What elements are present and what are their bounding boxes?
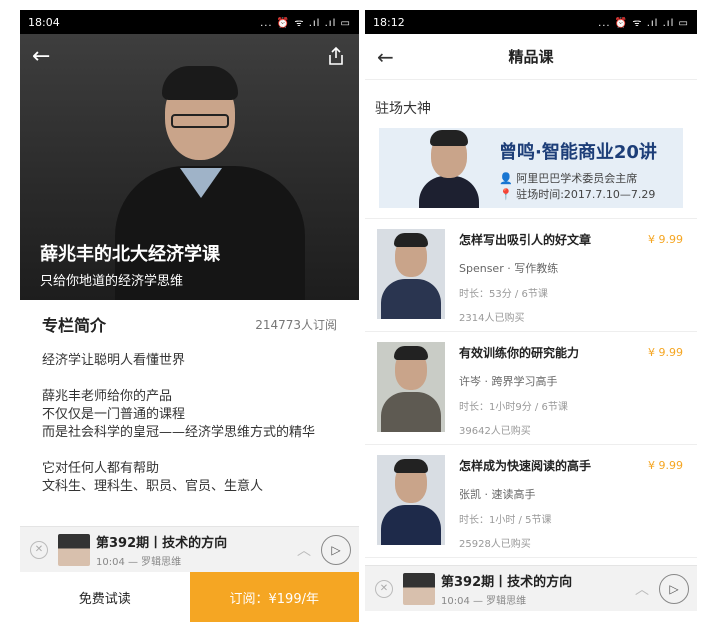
status-bar: 18:12 ... ⏰ ᯤ .ıl .ıl ▭	[365, 10, 697, 34]
episode-title: 第392期丨技术的方向	[96, 535, 228, 551]
course-subtitle: 只给你地道的经济学思维	[40, 274, 184, 289]
play-icon[interactable]: ▷	[321, 534, 351, 565]
intro-text: 经济学让聪明人看懂世界 薛兆丰老师给你的产品 不仅仅是一门普通的课程 而是社会科…	[42, 352, 337, 496]
intro-paragraph: 而是社会科学的皇冠——经济学思维方式的精华	[42, 425, 316, 440]
episode-title: 第392期丨技术的方向	[441, 574, 573, 590]
subscriber-count: 214773人订阅	[255, 317, 337, 332]
share-icon[interactable]	[327, 46, 345, 66]
subscribe-button[interactable]: 订阅：¥199/年	[189, 572, 359, 622]
play-icon[interactable]: ▷	[659, 573, 689, 604]
status-bar: 18:04 ... ⏰ ᯤ .ıl .ıl ▭	[20, 10, 359, 34]
free-trial-button[interactable]: 免费试读	[20, 572, 190, 622]
intro-paragraph: 薛兆丰老师给你的产品	[42, 389, 173, 404]
course-item[interactable]: 有效训练你的研究能力 许岑 · 跨界学习高手 时长：1小时9分 / 6节课 39…	[365, 332, 697, 445]
banner-photo	[419, 128, 479, 208]
episode-meta: 10:04 — 罗辑思维	[441, 595, 527, 607]
course-item[interactable]: 怎样成为快速阅读的高手 张凯 · 速读高手 时长：1小时 / 5节课 25928…	[365, 445, 697, 558]
course-duration: 时长：53分 / 6节课	[459, 289, 548, 300]
course-title: 薛兆丰的北大经济学课	[40, 244, 220, 265]
status-icons: ... ⏰ ᯤ .ıl .ıl ▭	[260, 18, 351, 29]
banner-role: 👤 阿里巴巴学术委员会主席	[499, 172, 638, 185]
bottom-actions: 免费试读 订阅：¥199/年	[20, 572, 359, 622]
back-arrow-icon[interactable]: ←	[32, 44, 50, 69]
page-title: 精品课	[508, 48, 554, 66]
intro-paragraph: 文科生、理科生、职员、官员、生意人	[42, 479, 264, 494]
course-photo	[377, 229, 445, 319]
banner-role-text: 阿里巴巴学术委员会主席	[516, 172, 638, 185]
course-buyers: 39642人已购买	[459, 426, 531, 437]
left-screen: 18:04 ... ⏰ ᯤ .ıl .ıl ▭ ← 薛兆丰的北大经济学课 只给你…	[20, 10, 359, 622]
course-buyers: 2314人已购买	[459, 313, 525, 324]
course-author: 许岑 · 跨界学习高手	[459, 375, 558, 388]
intro-paragraph: 不仅仅是一门普通的课程	[42, 407, 186, 422]
course-item[interactable]: 怎样写出吸引人的好文章 Spenser · 写作教练 时长：53分 / 6节课 …	[365, 219, 697, 332]
mini-player[interactable]: ✕ 第392期丨技术的方向 10:04 — 罗辑思维 ︿ ▷	[365, 565, 697, 611]
section-title: 驻场大神	[375, 101, 431, 117]
episode-thumbnail	[58, 533, 90, 566]
banner-title: 曾鸣·智能商业20讲	[499, 142, 657, 163]
course-price: ¥ 9.99	[648, 459, 683, 472]
course-author: 张凯 · 速读高手	[459, 488, 536, 501]
course-author: Spenser · 写作教练	[459, 262, 559, 275]
back-arrow-icon[interactable]: ←	[377, 45, 394, 69]
course-buyers: 25928人已购买	[459, 539, 531, 550]
status-time: 18:04	[28, 15, 60, 29]
episode-meta: 10:04 — 罗辑思维	[96, 556, 182, 568]
course-photo	[377, 342, 445, 432]
course-duration: 时长：1小时9分 / 6节课	[459, 402, 568, 413]
episode-thumbnail	[403, 572, 435, 605]
featured-banner[interactable]: 曾鸣·智能商业20讲 👤 阿里巴巴学术委员会主席 📍 驻场时间:2017.7.1…	[379, 128, 683, 208]
banner-dates-text: 驻场时间:2017.7.10—7.29	[516, 188, 656, 201]
course-price: ¥ 9.99	[648, 346, 683, 359]
nav-bar: ← 精品课	[365, 34, 697, 80]
status-time: 18:12	[373, 15, 405, 29]
mini-player[interactable]: ✕ 第392期丨技术的方向 10:04 — 罗辑思维 ︿ ▷	[20, 526, 359, 572]
intro-heading: 专栏简介	[42, 316, 107, 335]
banner-dates: 📍 驻场时间:2017.7.10—7.29	[499, 188, 656, 201]
chevron-up-icon[interactable]: ︿	[297, 540, 311, 560]
chevron-up-icon[interactable]: ︿	[635, 579, 649, 599]
right-screen: 18:12 ... ⏰ ᯤ .ıl .ıl ▭ ← 精品课 驻场大神 曾鸣·智能…	[365, 10, 697, 622]
course-duration: 时长：1小时 / 5节课	[459, 515, 552, 526]
course-price: ¥ 9.99	[648, 233, 683, 246]
close-icon[interactable]: ✕	[375, 579, 393, 598]
close-icon[interactable]: ✕	[30, 540, 48, 559]
intro-paragraph: 经济学让聪明人看懂世界	[42, 353, 186, 368]
intro-paragraph: 它对任何人都有帮助	[42, 461, 160, 476]
column-intro: 专栏简介 214773人订阅 经济学让聪明人看懂世界 薛兆丰老师给你的产品 不仅…	[20, 304, 359, 496]
status-icons: ... ⏰ ᯤ .ıl .ıl ▭	[598, 18, 689, 29]
course-photo	[377, 455, 445, 545]
course-list: 怎样写出吸引人的好文章 Spenser · 写作教练 时长：53分 / 6节课 …	[365, 218, 697, 558]
course-hero: ← 薛兆丰的北大经济学课 只给你地道的经济学思维	[20, 34, 359, 300]
